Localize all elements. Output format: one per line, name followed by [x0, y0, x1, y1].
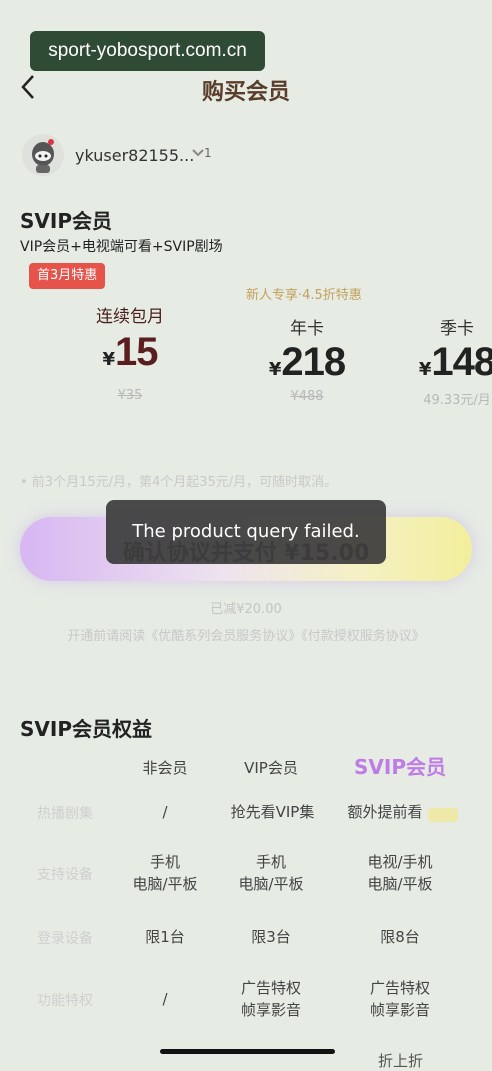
benefit-cell: 限1台 — [145, 928, 185, 946]
price-card-monthly[interactable]: 连续包月 ¥15 ¥35 — [60, 300, 200, 410]
benefit-cell: 广告特权 帧享影音 — [240, 979, 301, 1019]
renewal-note: • 前3个月15元/月，第4个月起35元/月，可随时取消。 — [20, 475, 338, 490]
benefits-title: SVIP会员权益 — [20, 717, 152, 741]
sparkle-icon — [428, 808, 458, 822]
benefit-cell: 手机 电脑/平板 — [132, 853, 198, 893]
card-currency: ¥ — [268, 359, 282, 380]
benefit-cell: / — [162, 990, 168, 1008]
card-price-value: 148 — [431, 340, 492, 384]
card-price: ¥15 — [60, 330, 200, 375]
card-monthly-price: 49.33元/月 — [423, 393, 491, 408]
card-name: 季卡 — [440, 319, 474, 339]
card-currency: ¥ — [102, 349, 116, 370]
benefit-row-label: 登录设备 — [37, 931, 93, 947]
benefit-cell: 额外提前看 — [347, 803, 423, 821]
benefit-row-label: 功能特权 — [37, 993, 93, 1009]
plan-description: VIP会员+电视端可看+SVIP剧场 — [20, 239, 223, 255]
page-title: 购买会员 — [0, 74, 492, 106]
benefit-row-label: 支持设备 — [37, 867, 93, 883]
column-svip: SVIP会员 — [354, 755, 446, 779]
benefit-cell: / — [162, 803, 168, 821]
column-non-member: 非会员 — [142, 759, 188, 777]
page-title-text: 购买会员 — [201, 80, 290, 105]
card-price-value: 15 — [115, 330, 158, 374]
card-price: ¥218 — [237, 340, 377, 385]
benefit-cell: 限8台 — [380, 928, 420, 946]
watermark-banner: sport-yobosport.com.cn — [30, 31, 265, 71]
discount-badge-partial: 折上折 — [378, 1052, 424, 1070]
benefit-cell: 限3台 — [251, 928, 291, 946]
benefit-cell: 抢先看VIP集 — [230, 803, 315, 821]
price-card-yearly[interactable]: 年卡 ¥218 ¥488 — [237, 300, 377, 410]
vip-level-badge: 1 — [192, 146, 212, 160]
home-indicator[interactable] — [160, 1049, 335, 1054]
agreement-links[interactable]: 开通前请阅读《优酷系列会员服务协议》《付款授权服务协议》 — [0, 625, 492, 644]
column-vip: VIP会员 — [244, 759, 298, 777]
discount-saved: 已减¥20.00 — [210, 602, 282, 617]
card-price: ¥148 — [392, 340, 492, 385]
card-name: 年卡 — [290, 319, 324, 339]
promo-tag: 首3月特惠 — [29, 263, 106, 289]
benefit-cell: 手机 电脑/平板 — [238, 853, 304, 893]
plan-name: SVIP会员 — [20, 209, 112, 233]
username: ykuser82155... — [75, 146, 195, 165]
card-currency: ¥ — [418, 359, 432, 380]
avatar — [22, 134, 64, 176]
card-name: 连续包月 — [96, 307, 164, 327]
vip-level-number: 1 — [204, 146, 212, 160]
card-original-price: ¥488 — [290, 389, 324, 404]
card-original-price: ¥35 — [117, 388, 143, 403]
benefit-row-label: 热播剧集 — [37, 806, 93, 822]
card-price-value: 218 — [281, 340, 346, 384]
error-toast: The product query failed. — [106, 500, 386, 564]
benefit-cell: 广告特权 帧享影音 — [369, 979, 430, 1019]
price-card-quarterly[interactable]: 季卡 ¥148 49.33元/月 — [392, 300, 492, 410]
benefit-cell: 电视/手机 电脑/平板 — [367, 853, 433, 893]
